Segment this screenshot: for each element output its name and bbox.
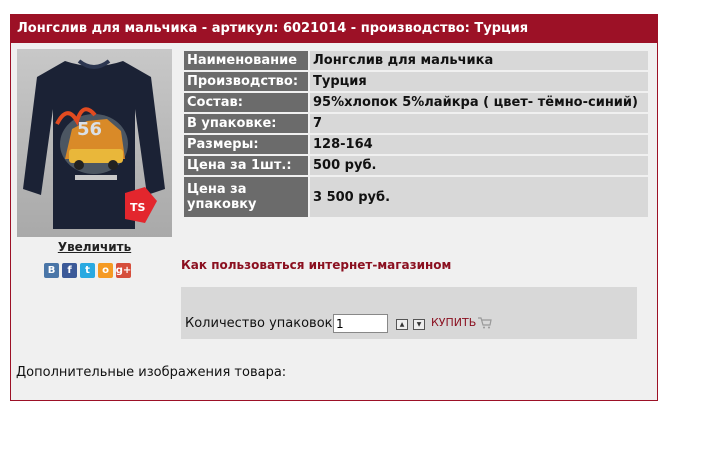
property-name: В упаковке: — [184, 114, 308, 133]
property-value: 500 руб. — [310, 156, 648, 175]
product-properties-table: Наименование Лонгслив для мальчика Произ… — [182, 49, 650, 219]
product-panel: Лонгслив для мальчика - артикул: 6021014… — [10, 14, 658, 401]
cart-icon — [478, 316, 493, 328]
table-row: Размеры: 128-164 — [184, 135, 648, 154]
facebook-icon[interactable]: f — [62, 263, 77, 278]
property-name: Размеры: — [184, 135, 308, 154]
buy-label: КУПИТЬ — [431, 316, 477, 329]
table-row: В упаковке: 7 — [184, 114, 648, 133]
quantity-label: Количество упаковок: — [185, 316, 337, 331]
table-row: Цена за упаковку 3 500 руб. — [184, 177, 648, 217]
google-plus-icon[interactable]: g+ — [116, 263, 131, 278]
property-name: Цена за 1шт.: — [184, 156, 308, 175]
enlarge-link[interactable]: Увеличить — [17, 240, 172, 254]
quantity-up-icon[interactable]: ▲ — [396, 319, 408, 330]
property-value: 128-164 — [310, 135, 648, 154]
extra-images-label: Дополнительные изображения товара: — [16, 365, 287, 380]
property-value: Лонгслив для мальчика — [310, 51, 648, 70]
twitter-icon[interactable]: t — [80, 263, 95, 278]
table-row: Состав: 95%хлопок 5%лайкра ( цвет- тёмно… — [184, 93, 648, 112]
odnoklassniki-icon[interactable]: o — [98, 263, 113, 278]
property-name: Производство: — [184, 72, 308, 91]
brand-logo-text: TS — [130, 201, 146, 214]
svg-text:56: 56 — [77, 119, 102, 140]
property-name: Цена за упаковку — [184, 177, 308, 217]
table-row: Наименование Лонгслив для мальчика — [184, 51, 648, 70]
quantity-down-icon[interactable]: ▼ — [413, 319, 425, 330]
longsleeve-illustration: 56 TS — [23, 59, 165, 229]
table-row: Цена за 1шт.: 500 руб. — [184, 156, 648, 175]
product-image[interactable]: 56 TS — [17, 49, 172, 237]
product-title: Лонгслив для мальчика - артикул: 6021014… — [11, 15, 657, 43]
help-link[interactable]: Как пользоваться интернет-магазином — [181, 258, 451, 272]
quantity-input[interactable] — [333, 314, 388, 333]
property-name: Наименование — [184, 51, 308, 70]
social-share-bar: B f t o g+ — [44, 263, 131, 278]
property-name: Состав: — [184, 93, 308, 112]
vk-icon[interactable]: B — [44, 263, 59, 278]
order-box: Количество упаковок: ▲ ▼ КУПИТЬ — [181, 287, 637, 339]
property-value: 3 500 руб. — [310, 177, 648, 217]
table-row: Производство: Турция — [184, 72, 648, 91]
property-value: 95%хлопок 5%лайкра ( цвет- тёмно-синий) — [310, 93, 648, 112]
property-value: 7 — [310, 114, 648, 133]
buy-button[interactable]: КУПИТЬ — [431, 316, 493, 329]
property-value: Турция — [310, 72, 648, 91]
